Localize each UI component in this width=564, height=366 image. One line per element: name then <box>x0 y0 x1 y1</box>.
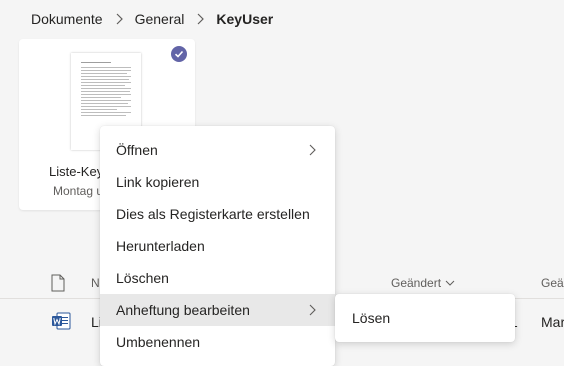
card-title: Liste-Key <box>49 164 104 179</box>
breadcrumb-dokumente[interactable]: Dokumente <box>31 11 103 27</box>
menu-item-label: Umbenennen <box>116 334 201 350</box>
menu-item-open[interactable]: Öffnen <box>100 134 335 166</box>
column-header-modified[interactable]: Geändert <box>391 276 456 290</box>
chevron-down-icon <box>445 280 455 286</box>
menu-item-rename[interactable]: Umbenennen <box>100 326 335 358</box>
menu-item-label: Dies als Registerkarte erstellen <box>116 206 310 222</box>
word-file-icon <box>52 312 71 330</box>
chevron-right-icon <box>197 13 205 25</box>
menu-item-delete[interactable]: Löschen <box>100 262 335 294</box>
menu-item-label: Link kopieren <box>116 174 200 190</box>
pin-submenu: Lösen <box>335 294 515 342</box>
chevron-right-icon <box>309 304 316 316</box>
submenu-item-unpin[interactable]: Lösen <box>352 310 390 326</box>
menu-item-label: Öffnen <box>116 142 158 158</box>
context-menu: Öffnen Link kopieren Dies als Registerka… <box>100 126 335 366</box>
menu-item-copy-link[interactable]: Link kopieren <box>100 166 335 198</box>
breadcrumb-general[interactable]: General <box>135 11 185 27</box>
card-subtitle: Montag u <box>53 184 104 198</box>
chevron-right-icon <box>309 144 316 156</box>
menu-item-make-tab[interactable]: Dies als Registerkarte erstellen <box>100 198 335 230</box>
breadcrumb-current: KeyUser <box>216 11 274 27</box>
chevron-right-icon <box>116 13 123 25</box>
column-header-modified-label: Geändert <box>391 276 442 290</box>
file-modified-by: Mar <box>541 314 564 330</box>
document-icon <box>51 274 65 292</box>
menu-item-label: Löschen <box>116 270 169 286</box>
column-header-name[interactable]: N <box>91 276 100 290</box>
breadcrumb: Dokumente General KeyUser <box>31 9 273 29</box>
menu-item-label: Anheftung bearbeiten <box>116 302 250 318</box>
menu-item-download[interactable]: Herunterladen <box>100 230 335 262</box>
menu-item-label: Herunterladen <box>116 238 205 254</box>
column-header-modified-by[interactable]: Geä <box>541 276 564 290</box>
checkmark-icon[interactable] <box>171 46 187 62</box>
menu-item-edit-pin[interactable]: Anheftung bearbeiten <box>100 294 335 326</box>
